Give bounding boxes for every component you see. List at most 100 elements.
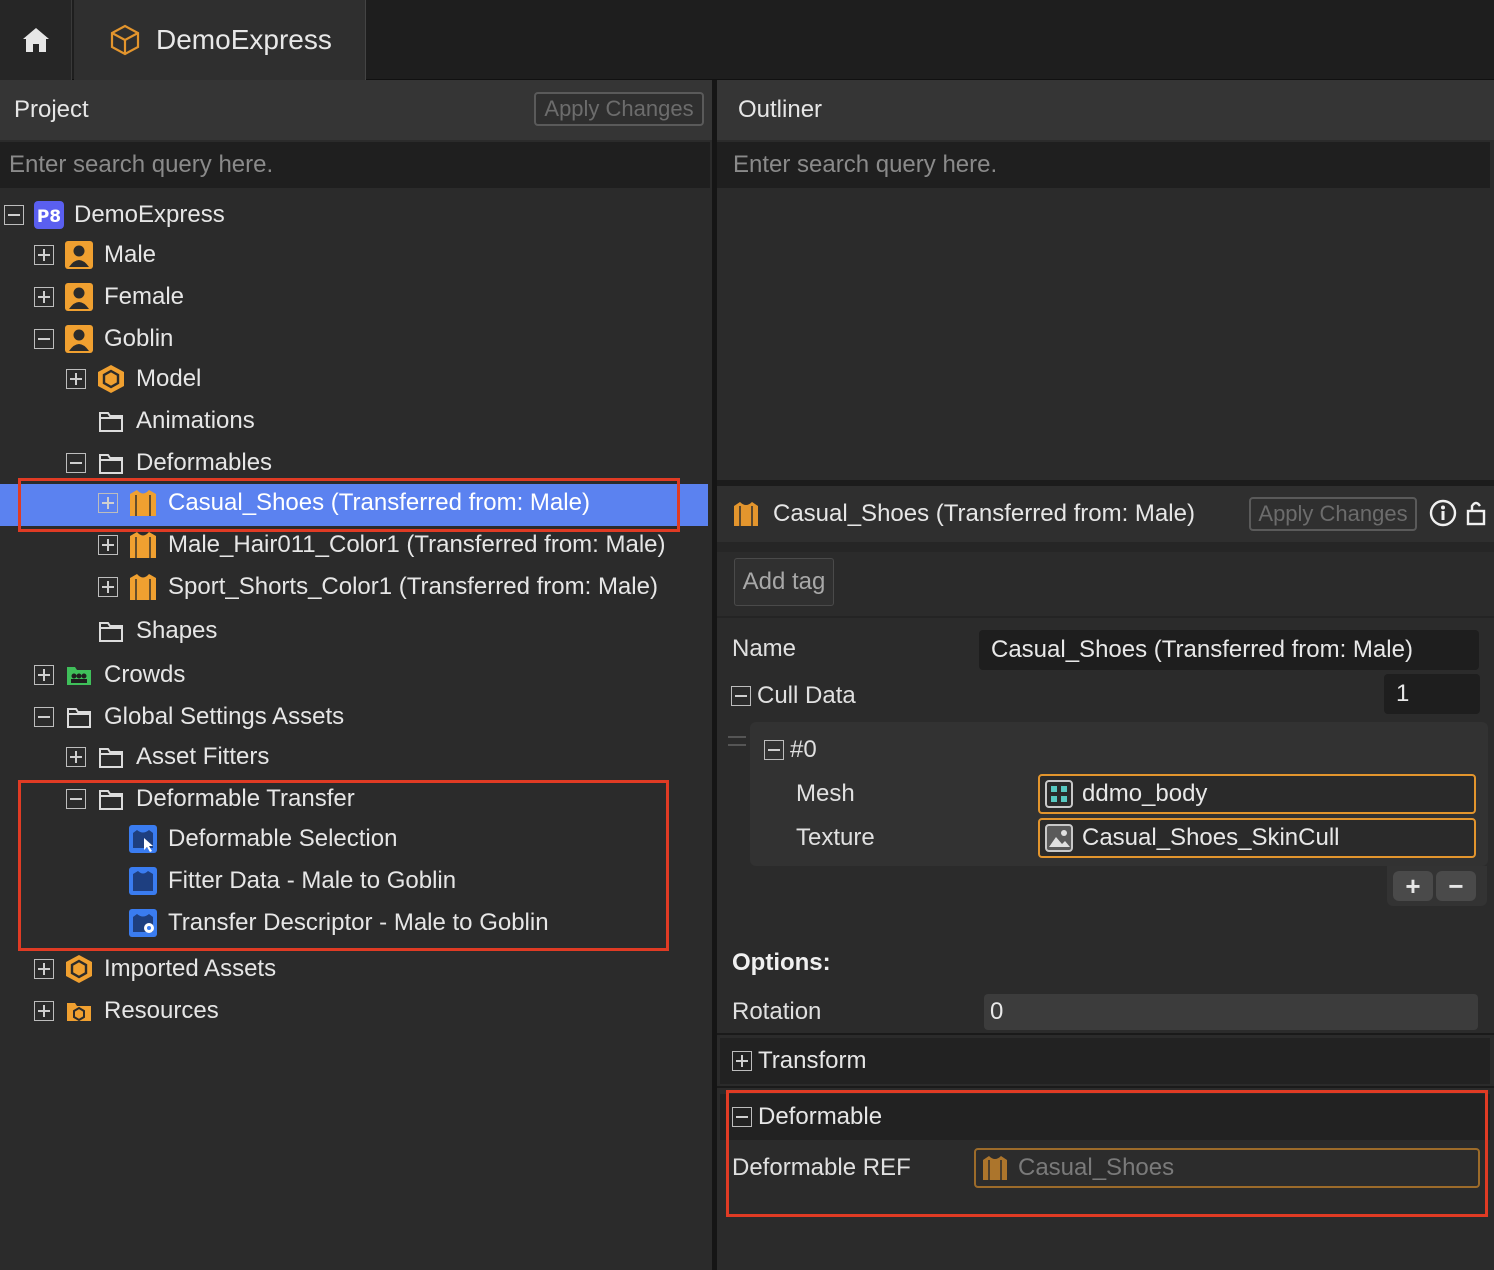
folder-icon	[96, 616, 126, 646]
mesh-icon	[1044, 779, 1074, 809]
mesh-ref-field[interactable]: ddmo_body	[1038, 774, 1476, 814]
tree-item-label: Goblin	[104, 325, 174, 352]
texture-value: Casual_Shoes_SkinCull	[1082, 824, 1340, 851]
tree-item-label: Shapes	[136, 617, 218, 644]
expand-icon[interactable]	[34, 287, 54, 307]
tree-item[interactable]: Resources	[34, 991, 219, 1031]
home-icon	[22, 28, 49, 52]
add-item-button[interactable]: +	[1393, 871, 1433, 901]
tree-item[interactable]: Imported Assets	[34, 949, 276, 989]
image-icon	[1044, 823, 1074, 853]
shirt-icon	[128, 530, 158, 560]
cull-data-row[interactable]: Cull Data	[731, 682, 856, 710]
tree-item-label: Deformables	[136, 449, 273, 476]
expand-icon[interactable]	[66, 369, 86, 389]
tree-item[interactable]: Goblin	[34, 319, 173, 359]
shirt-icon	[731, 499, 761, 529]
project-title: Project	[14, 96, 89, 123]
tree-item[interactable]: Crowds	[34, 655, 185, 695]
crowds-folder-icon	[64, 660, 94, 690]
collapse-icon[interactable]	[66, 453, 86, 473]
collapse-icon[interactable]	[34, 329, 54, 349]
mesh-value: ddmo_body	[1082, 780, 1208, 807]
tab-label: DemoExpress	[156, 24, 332, 55]
cull-data-label: Cull Data	[757, 682, 856, 709]
drag-handle-icon[interactable]	[728, 736, 746, 746]
inspector-apply-changes-button[interactable]: Apply Changes	[1249, 497, 1417, 531]
collapse-icon[interactable]	[34, 707, 54, 727]
folder-icon	[96, 406, 126, 436]
expand-icon[interactable]	[732, 1051, 752, 1071]
project-header: Project Apply Changes	[0, 80, 712, 140]
folder-icon	[96, 448, 126, 478]
model-hexagon-icon	[96, 364, 126, 394]
tree-item[interactable]: Sport_Shorts_Color1 (Transferred from: M…	[98, 567, 658, 607]
tree-item-label: Asset Fitters	[136, 743, 270, 770]
project-search-input[interactable]: Enter search query here.	[0, 142, 710, 188]
cull-item-card: #0 Mesh ddmo_body Texture Casual_Shoes_S…	[750, 722, 1488, 866]
tab-demoexpress[interactable]: DemoExpress	[74, 0, 366, 80]
tree-item-label: Male	[104, 241, 157, 268]
tree-item-label: Sport_Shorts_Color1 (Transferred from: M…	[168, 573, 658, 600]
inspector-band	[717, 542, 1494, 552]
expand-icon[interactable]	[34, 245, 54, 265]
outliner-list	[717, 188, 1494, 480]
tree-item-label: DemoExpress	[74, 201, 225, 228]
tree-item[interactable]: Global Settings Assets	[34, 697, 344, 737]
tree-item[interactable]: Animations	[66, 401, 255, 441]
info-icon[interactable]	[1429, 499, 1457, 527]
tree-item-label: Imported Assets	[104, 955, 277, 982]
remove-item-button[interactable]: −	[1436, 871, 1476, 901]
tree-item[interactable]: Female	[34, 277, 184, 317]
expand-icon[interactable]	[34, 959, 54, 979]
project-apply-changes-button[interactable]: Apply Changes	[534, 92, 704, 126]
texture-label: Texture	[796, 824, 875, 851]
transform-section-header[interactable]: Transform	[720, 1038, 1490, 1084]
expand-icon[interactable]	[34, 1001, 54, 1021]
name-field[interactable]: Casual_Shoes (Transferred from: Male)	[979, 630, 1479, 670]
tree-item[interactable]: P8 DemoExpress	[4, 195, 225, 235]
tree-item[interactable]: Model	[66, 359, 201, 399]
model-hexagon-icon	[64, 954, 94, 984]
home-button[interactable]	[0, 0, 72, 80]
character-icon	[64, 282, 94, 312]
tree-item-label: Animations	[136, 407, 255, 434]
tree-item-label: Crowds	[104, 661, 186, 688]
inspector-header: Casual_Shoes (Transferred from: Male) Ap…	[717, 486, 1494, 542]
svg-text:P8: P8	[37, 207, 61, 227]
tree-item-label: Model	[136, 365, 202, 392]
highlight-box-deformable-transfer	[18, 780, 669, 951]
options-separator	[717, 1033, 1494, 1035]
collapse-icon[interactable]	[764, 740, 784, 760]
tree-item[interactable]: Shapes	[66, 611, 217, 651]
folder-icon	[64, 702, 94, 732]
tree-item[interactable]: Asset Fitters	[66, 737, 269, 777]
name-label: Name	[732, 635, 797, 662]
project-panel: Project Apply Changes Enter search query…	[0, 80, 712, 1270]
character-icon	[64, 324, 94, 354]
outliner-search-input[interactable]: Enter search query here.	[717, 142, 1490, 188]
lock-icon[interactable]	[1465, 499, 1487, 527]
tree-item-label: Male_Hair011_Color1 (Transferred from: M…	[168, 531, 666, 558]
expand-icon[interactable]	[98, 577, 118, 597]
highlight-box-deformable	[726, 1090, 1488, 1217]
tree-item-label: Resources	[104, 997, 219, 1024]
tree-item[interactable]: Deformables	[66, 443, 272, 483]
cull-data-count-field[interactable]: 1	[1384, 674, 1480, 714]
outliner-title: Outliner	[738, 96, 823, 123]
cull-item-header[interactable]: #0	[764, 736, 817, 764]
outliner-header: Outliner	[717, 80, 1494, 140]
cube-icon	[110, 24, 140, 56]
tree-item-label: Global Settings Assets	[104, 703, 345, 730]
expand-icon[interactable]	[98, 535, 118, 555]
add-tag-button[interactable]: Add tag	[734, 558, 834, 606]
expand-icon[interactable]	[66, 747, 86, 767]
tree-item[interactable]: Male	[34, 235, 156, 275]
shirt-icon	[128, 572, 158, 602]
collapse-icon[interactable]	[4, 205, 24, 225]
expand-icon[interactable]	[34, 665, 54, 685]
texture-ref-field[interactable]: Casual_Shoes_SkinCull	[1038, 818, 1476, 858]
top-bar: DemoExpress	[0, 0, 1494, 80]
collapse-icon[interactable]	[731, 686, 751, 706]
rotation-field[interactable]: 0	[984, 994, 1478, 1030]
